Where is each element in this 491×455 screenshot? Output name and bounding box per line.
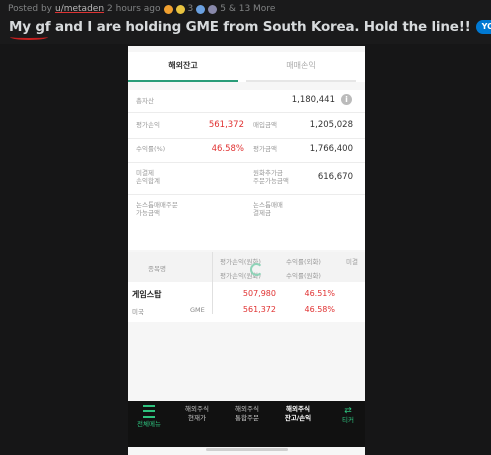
col-header-return-fx: 수익률(외화)	[286, 258, 321, 266]
title-row: My gf and I are holding GME from South K…	[9, 17, 491, 37]
divider	[128, 194, 365, 195]
meta-prefix: Posted by	[8, 4, 52, 14]
eval-amount-label: 평가금액	[253, 145, 277, 153]
bottom-nav: 전체메뉴 해외주식 현재가 해외주식 통합주문 해외주식 잔고/손익 ⇄ 티커	[128, 401, 365, 447]
info-icon[interactable]: i	[341, 94, 352, 105]
won-deposit-value: 616,670	[317, 172, 353, 182]
unsettled-label-line1: 미결제	[136, 169, 154, 177]
nonstop-label-line1: 논스톱매매주문	[136, 201, 178, 209]
nav-current-price[interactable]: 해외주식 현재가	[178, 405, 216, 423]
annotation-underline	[10, 34, 48, 40]
return-row: 수익률(%) 46.58% 평가금액 1,766,400	[128, 140, 365, 158]
return-won-value: 46.58%	[304, 305, 335, 314]
ticker-icon: ⇄	[344, 406, 352, 416]
return-label: 수익률(%)	[136, 145, 166, 153]
divider	[128, 138, 365, 139]
eval-amount-value: 1,766,400	[309, 144, 353, 154]
nav-label-bottom: 현재가	[188, 414, 206, 422]
col-header-name: 종목명	[148, 265, 166, 273]
pl-won-value: 561,372	[242, 305, 276, 314]
total-assets-label: 총자산	[136, 97, 154, 105]
nav-integrated-order[interactable]: 해외주식 통합주문	[228, 405, 266, 423]
award-icon-2	[196, 4, 206, 14]
post-flair[interactable]: YOLO	[475, 20, 491, 34]
stock-name: 게임스탑	[132, 290, 162, 299]
award-count: 3	[187, 4, 194, 14]
nav-label-top: 해외주식	[185, 405, 209, 413]
nav-balance-pl[interactable]: 해외주식 잔고/손익	[278, 405, 318, 423]
return-fx-value: 46.51%	[304, 289, 335, 298]
phone-screen: 해외잔고 매매손익 총자산 1,180,441 i 평가손익 561,372 매…	[128, 46, 365, 455]
nonstop-label-line2: 가능금액	[136, 209, 160, 217]
tab-overseas-balance[interactable]: 해외잔고	[128, 52, 238, 82]
nav-label-top: 해외주식	[286, 405, 310, 413]
total-assets-value: 1,180,441	[291, 95, 335, 105]
tab-bar: 해외잔고 매매손익	[128, 52, 365, 82]
nav-ticker[interactable]: ⇄ 티커	[333, 407, 363, 425]
award-icon-3	[208, 4, 218, 14]
buy-amount-label: 매입금액	[253, 121, 277, 129]
pl-fx-value: 507,980	[242, 289, 276, 298]
nonstop-row: 논스톱매매주문 가능금액 논스톱매매 결제금	[128, 198, 365, 222]
username-link[interactable]: u/metaden	[55, 4, 104, 14]
more-awards[interactable]: 5 & 13 More	[220, 4, 275, 14]
gold-award-icon	[175, 4, 185, 14]
nav-label: 전체메뉴	[137, 420, 161, 428]
loading-spinner-icon	[250, 263, 263, 276]
divider	[128, 162, 365, 163]
hamburger-menu-icon	[143, 405, 155, 418]
award-icon	[163, 4, 173, 14]
won-deposit-label-line1: 원화추가금	[253, 169, 283, 177]
eval-pl-label: 평가손익	[136, 121, 160, 129]
nav-label-top: 해외주식	[235, 405, 259, 413]
post-header: Posted by u/metaden 2 hours ago 3 5 & 13…	[0, 0, 491, 44]
post-meta: Posted by u/metaden 2 hours ago 3 5 & 13…	[8, 2, 275, 16]
post-title[interactable]: My gf and I are holding GME from South K…	[9, 19, 471, 35]
nonstop-settle-label-line2: 결제금	[253, 209, 271, 217]
nonstop-settle-label-line1: 논스톱매매	[253, 201, 283, 209]
nav-label-bottom: 통합주문	[235, 414, 259, 422]
holdings-table: 종목명 평가손익(원화) 수익률(외화) 미결 평가손익(원화) 수익률(원화)…	[128, 252, 365, 322]
post-time: 2 hours ago	[107, 4, 161, 14]
buy-amount-value: 1,205,028	[309, 120, 353, 130]
account-summary: 총자산 1,180,441 i 평가손익 561,372 매입금액 1,205,…	[128, 90, 365, 250]
nav-label: 티커	[342, 416, 354, 424]
nav-all-menu[interactable]: 전체메뉴	[132, 405, 166, 429]
total-assets-row: 총자산 1,180,441 i	[128, 94, 365, 108]
col-header-return-won: 수익률(원화)	[286, 272, 321, 280]
stock-market: 미국	[132, 308, 144, 316]
tab-trading-pl[interactable]: 매매손익	[246, 52, 356, 82]
eval-pl-value: 561,372	[208, 120, 244, 130]
table-row[interactable]: 게임스탑 미국 GME 507,980 46.51% 561,372 46.58…	[128, 285, 365, 317]
unsettled-label-line2: 손익합계	[136, 177, 160, 185]
divider	[128, 112, 365, 113]
home-indicator	[206, 448, 288, 451]
eval-row: 평가손익 561,372 매입금액 1,205,028	[128, 116, 365, 134]
stock-ticker: GME	[190, 306, 205, 314]
won-deposit-label-line2: 주문가능금액	[253, 177, 289, 185]
return-value: 46.58%	[211, 144, 244, 154]
nav-label-bottom: 잔고/손익	[284, 414, 312, 422]
unsettled-row: 미결제 손익합계 원화추가금 주문가능금액 616,670	[128, 166, 365, 190]
col-header-extra: 미결	[346, 258, 358, 266]
